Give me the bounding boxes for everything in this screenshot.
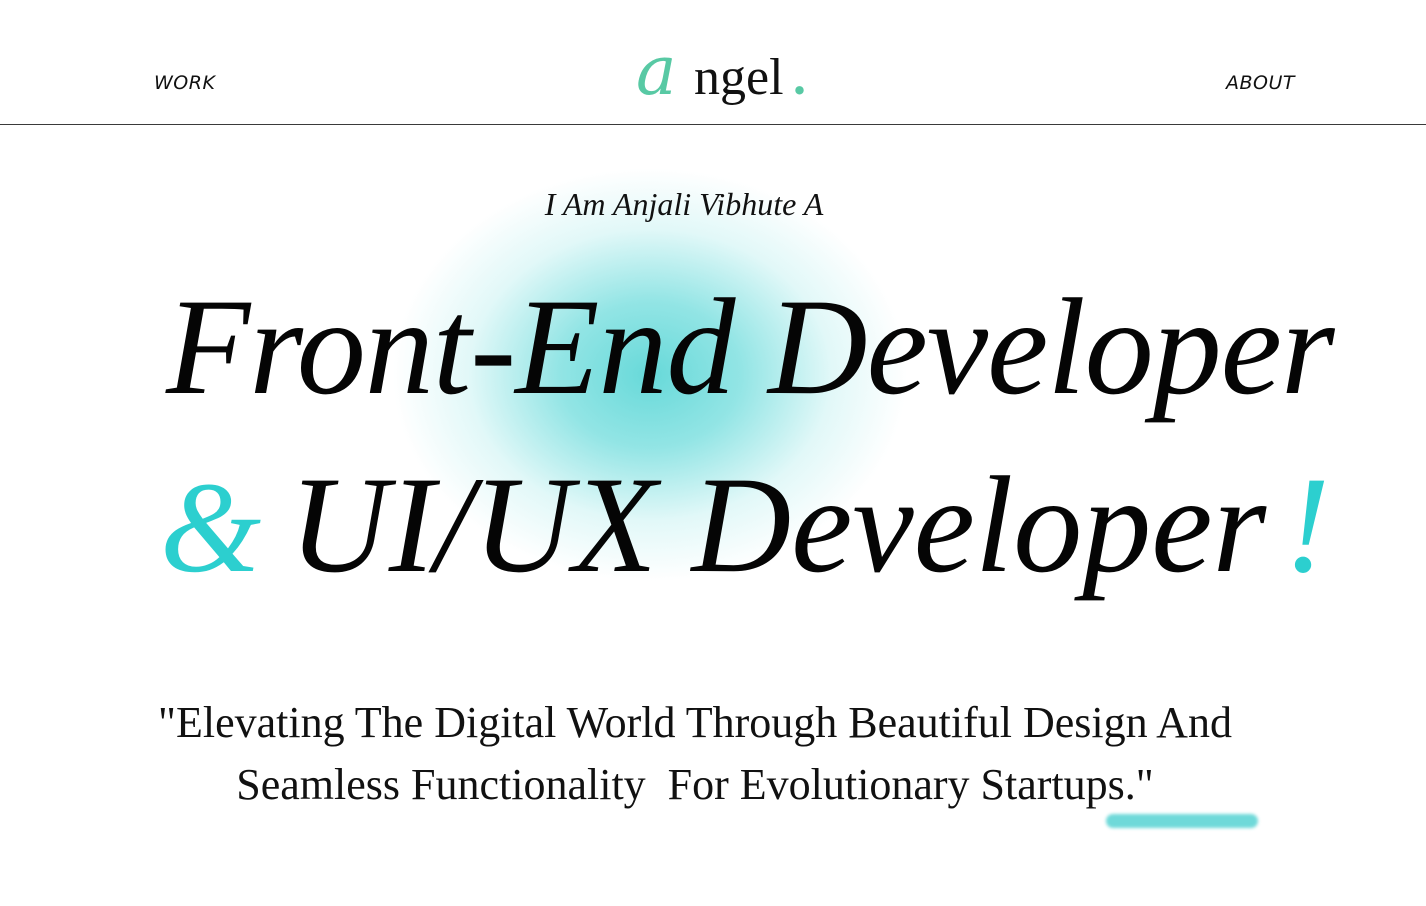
hero-intro: I Am Anjali Vibhute A (544, 186, 824, 222)
tagline-line-2: Seamless Functionality For Evolutionary … (236, 760, 1154, 809)
hero-headline-line2-text: UI/UX Developer (289, 448, 1267, 601)
exclamation-accent: ! (1284, 448, 1331, 601)
top-navbar: WORK a ngel . ABOUT (0, 0, 1426, 125)
ampersand-accent: & (160, 456, 262, 600)
brand-logo[interactable]: a ngel . (636, 38, 816, 118)
logo-initial: a (636, 32, 677, 111)
hero-headline-line1: Front-End Developer (166, 270, 1335, 423)
hero-headline-line2: & UI/UX Developer! (160, 456, 1330, 594)
tagline-line-1: "Elevating The Digital World Through Bea… (158, 698, 1232, 747)
hero-tagline: "Elevating The Digital World Through Bea… (90, 692, 1300, 816)
nav-work-link[interactable]: WORK (154, 72, 215, 94)
nav-about-link[interactable]: ABOUT (1226, 72, 1295, 94)
accent-underline (1106, 814, 1258, 828)
logo-text: ngel (694, 49, 784, 106)
logo-dot: . (793, 49, 806, 106)
